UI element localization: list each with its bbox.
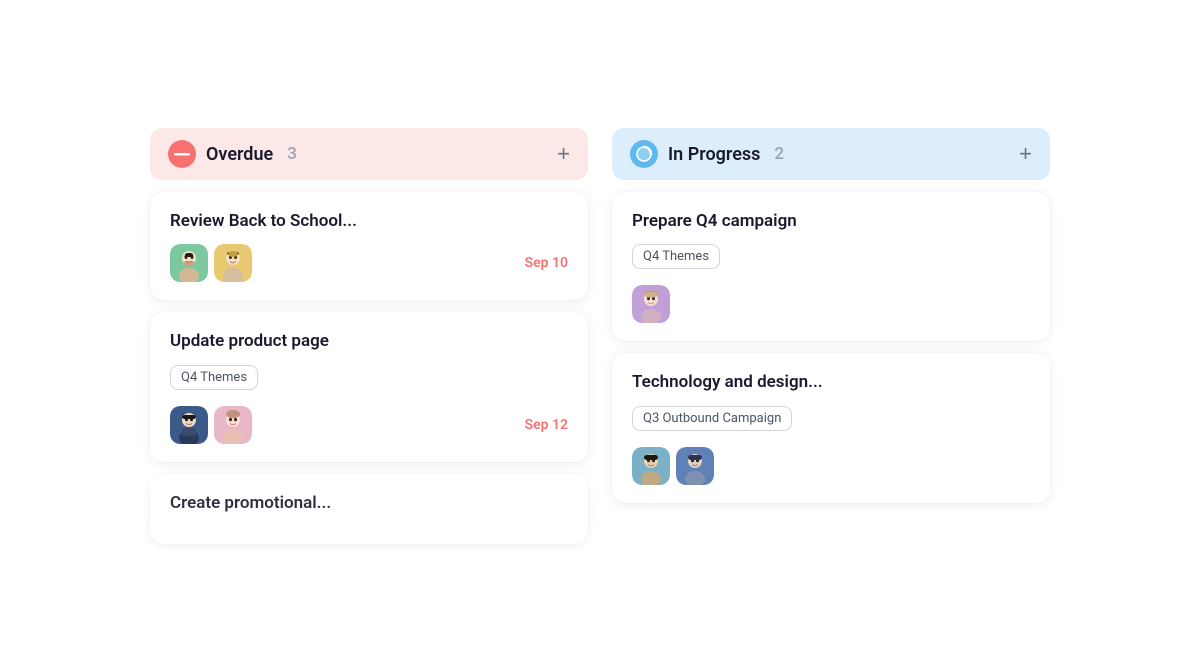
column-in-progress: In Progress 2 + Prepare Q4 campaign Q4 T…	[612, 128, 1050, 502]
avatar-7	[676, 447, 714, 485]
add-card-overdue-button[interactable]: +	[557, 143, 570, 165]
column-title-in-progress: In Progress	[668, 144, 760, 165]
column-header-overdue: Overdue 3 +	[150, 128, 588, 180]
card-review-back-to-school[interactable]: Review Back to School...	[150, 192, 588, 300]
card-prepare-q4-campaign[interactable]: Prepare Q4 campaign Q4 Themes	[612, 192, 1050, 341]
column-count-overdue: 3	[287, 144, 297, 164]
avatar-1	[170, 244, 208, 282]
avatar-6	[632, 447, 670, 485]
card-technology-and-design[interactable]: Technology and design... Q3 Outbound Cam…	[612, 353, 1050, 502]
card-avatars	[170, 406, 252, 444]
card-footer	[632, 285, 1030, 323]
card-update-product-page[interactable]: Update product page Q4 Themes	[150, 312, 588, 461]
card-title: Review Back to School...	[170, 210, 568, 232]
kanban-board: Overdue 3 + Review Back to School...	[150, 128, 1050, 543]
avatar-2	[214, 244, 252, 282]
card-tag: Q4 Themes	[170, 365, 258, 390]
card-create-promotional[interactable]: Create promotional...	[150, 474, 588, 544]
avatar-5	[632, 285, 670, 323]
column-header-in-progress: In Progress 2 +	[612, 128, 1050, 180]
card-avatars	[170, 244, 252, 282]
card-tag: Q4 Themes	[632, 244, 720, 269]
card-footer: Sep 12	[170, 406, 568, 444]
card-avatars	[632, 285, 670, 323]
card-title: Create promotional...	[170, 492, 568, 514]
in-progress-icon	[630, 140, 658, 168]
card-title: Prepare Q4 campaign	[632, 210, 1030, 232]
card-footer: Sep 10	[170, 244, 568, 282]
card-title: Update product page	[170, 330, 568, 352]
overdue-icon	[168, 140, 196, 168]
column-count-in-progress: 2	[774, 144, 784, 164]
card-avatars	[632, 447, 714, 485]
card-due-date: Sep 12	[525, 417, 568, 433]
card-footer	[632, 447, 1030, 485]
column-overdue: Overdue 3 + Review Back to School...	[150, 128, 588, 543]
avatar-3	[170, 406, 208, 444]
card-due-date: Sep 10	[525, 255, 568, 271]
add-card-in-progress-button[interactable]: +	[1019, 143, 1032, 165]
card-title: Technology and design...	[632, 371, 1030, 393]
avatar-4	[214, 406, 252, 444]
card-tag: Q3 Outbound Campaign	[632, 406, 792, 431]
column-title-overdue: Overdue	[206, 144, 273, 165]
